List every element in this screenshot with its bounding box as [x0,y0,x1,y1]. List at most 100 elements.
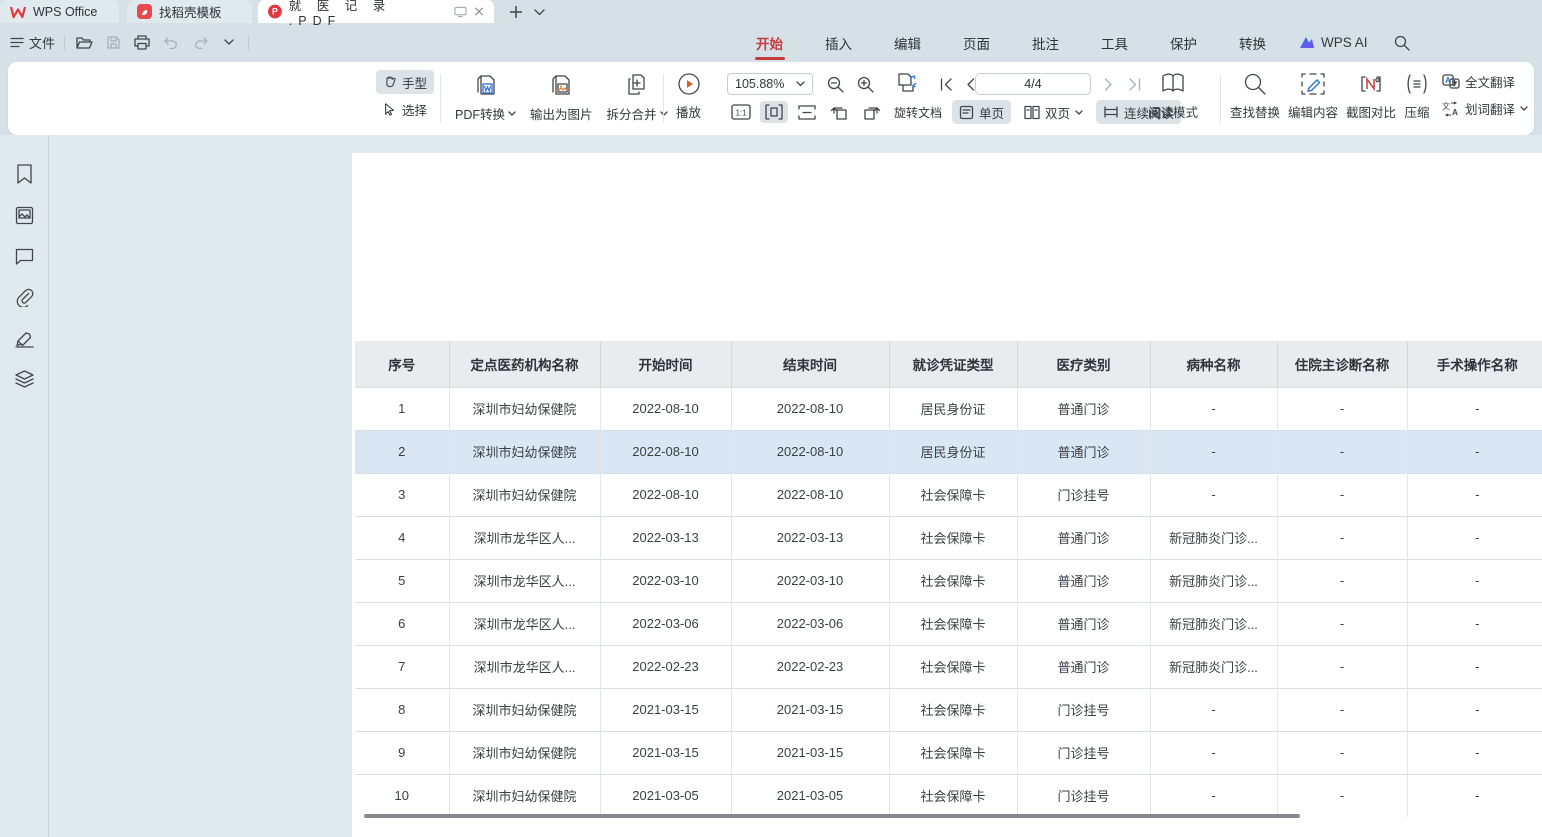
menu-tab-comment[interactable]: 批注 [1011,23,1080,62]
menu-tab-insert[interactable]: 插入 [804,23,873,62]
menu-tab-protect[interactable]: 保护 [1149,23,1218,62]
fit-width-button[interactable] [760,101,788,123]
table-cell: - [1277,645,1407,688]
screenshot-compare-label: 截图对比 [1346,102,1396,121]
find-replace-button[interactable]: 查找替换 [1230,69,1280,121]
screenshot-compare-button[interactable]: 截图对比 [1346,69,1396,121]
pdf-page[interactable]: 序号定点医药机构名称开始时间结束时间就诊凭证类型医疗类别病种名称住院主诊断名称手… [352,153,1542,837]
edit-content-button[interactable]: 编辑内容 [1288,69,1338,121]
split-merge-button[interactable]: 拆分合并 [607,69,668,123]
document-area: 序号定点医药机构名称开始时间结束时间就诊凭证类型医疗类别病种名称住院主诊断名称手… [0,135,1542,837]
open-file-button[interactable] [74,33,94,53]
tab-document-pdf[interactable]: P 就 医 记 录 .PDF [258,0,494,23]
menu-tab-page[interactable]: 页面 [942,23,1011,62]
next-page-button[interactable] [1100,75,1118,93]
pdf-file-icon: P [268,4,282,19]
select-tool-button[interactable]: 选择 [376,97,434,121]
signature-panel-button[interactable] [13,327,35,349]
menu-tab-convert[interactable]: 转换 [1218,23,1287,62]
play-icon [677,72,701,96]
menu-tab-edit[interactable]: 编辑 [873,23,942,62]
first-page-button[interactable] [936,75,956,93]
table-cell: 新冠肺炎门诊... [1150,645,1277,688]
full-text-translate-button[interactable]: A 全文翻译 [1442,71,1528,92]
table-cell: - [1277,774,1407,817]
rotate-document-label: 旋转文档 [894,106,942,120]
print-button[interactable] [132,33,152,53]
table-cell: 2022-08-10 [731,430,889,473]
thumbnails-panel-button[interactable] [13,204,35,226]
table-cell: 社会保障卡 [889,774,1017,817]
edit-content-label: 编辑内容 [1288,102,1338,121]
menu-tab-tools[interactable]: 工具 [1080,23,1149,62]
compress-button[interactable]: 压缩 [1404,69,1430,121]
tab-wps-home[interactable]: WPS Office [0,0,119,23]
word-translate-icon: 文A [1442,101,1460,117]
table-cell: 2022-03-10 [600,559,731,602]
rotate-document-button[interactable]: 旋转文档 [890,104,946,121]
table-row: 9深圳市妇幼保健院2021-03-152021-03-15社会保障卡门诊挂号--… [355,731,1542,774]
rotate-left-button[interactable] [826,101,852,123]
double-page-button[interactable]: 双页 [1017,100,1090,124]
monitor-icon[interactable] [454,6,467,18]
word-translate-button[interactable]: 文A 划词翻译 [1442,98,1528,119]
table-cell: 2021-03-15 [600,688,731,731]
wps-ai-button[interactable]: WPS AI [1287,35,1380,50]
actual-size-button[interactable]: 1:1 [728,101,754,123]
table-header-cell: 开始时间 [600,341,731,387]
new-tab-button[interactable] [505,1,527,23]
last-page-button[interactable] [1124,75,1144,93]
play-presentation-button[interactable]: 播放 [676,69,701,121]
table-cell: - [1407,387,1542,430]
tools-group: 查找替换 编辑内容 截图对比 压缩 [1230,69,1430,121]
table-header-cell: 病种名称 [1150,341,1277,387]
customize-quick-access-button[interactable] [219,33,239,53]
thumbnail-icon [15,206,34,225]
rotate-right-button[interactable] [858,101,884,123]
page-number-input[interactable] [975,73,1091,95]
hand-icon [383,75,397,89]
table-header-cell: 序号 [355,341,449,387]
double-page-icon [1024,105,1040,120]
fit-page-button[interactable] [794,101,820,123]
zoom-in-button[interactable] [853,73,877,95]
save-button[interactable] [103,33,123,53]
menu-tab-home[interactable]: 开始 [735,23,804,62]
replace-pages-button[interactable] [892,70,922,96]
tab-docer-templates[interactable]: 找稻壳模板 [127,0,252,23]
attachments-panel-button[interactable] [13,286,35,308]
read-mode-button[interactable]: 阅读模式 [1148,69,1198,121]
bookmarks-panel-button[interactable] [13,163,35,185]
full-translate-icon: A [1442,74,1460,89]
bookmark-icon [16,164,33,184]
zoom-out-button[interactable] [823,73,847,95]
layers-panel-button[interactable] [13,368,35,390]
file-menu-button[interactable]: 文件 [10,33,55,52]
compress-icon [1404,72,1430,96]
table-cell: 5 [355,559,449,602]
zoom-level-select[interactable]: 105.88% [727,73,813,95]
table-cell: - [1407,774,1542,817]
single-page-button[interactable]: 单页 [952,100,1011,124]
close-tab-icon[interactable] [474,6,484,17]
table-cell: 深圳市妇幼保健院 [449,473,600,516]
rotate-left-icon [830,104,849,121]
export-image-label: 输出为图片 [530,104,593,123]
wps-ai-logo-icon [1299,36,1315,49]
split-merge-label: 拆分合并 [607,104,657,123]
table-horizontal-scrollbar[interactable] [364,814,1300,818]
svg-text:A: A [1452,108,1458,117]
chevron-right-icon [1104,78,1114,91]
fit-width-icon [765,104,783,120]
table-cell: 2022-03-06 [600,602,731,645]
pdf-convert-button[interactable]: PDF转换 [455,69,516,123]
redo-button[interactable] [190,33,210,53]
tab-list-button[interactable] [528,1,550,23]
export-as-image-button[interactable]: 输出为图片 [530,69,593,123]
table-cell: 2022-03-06 [731,602,889,645]
table-row: 6深圳市龙华区人...2022-03-062022-03-06社会保障卡普通门诊… [355,602,1542,645]
undo-button[interactable] [161,33,181,53]
hand-tool-button[interactable]: 手型 [376,70,434,94]
comments-panel-button[interactable] [13,245,35,267]
menu-search-icon[interactable] [1394,35,1410,51]
